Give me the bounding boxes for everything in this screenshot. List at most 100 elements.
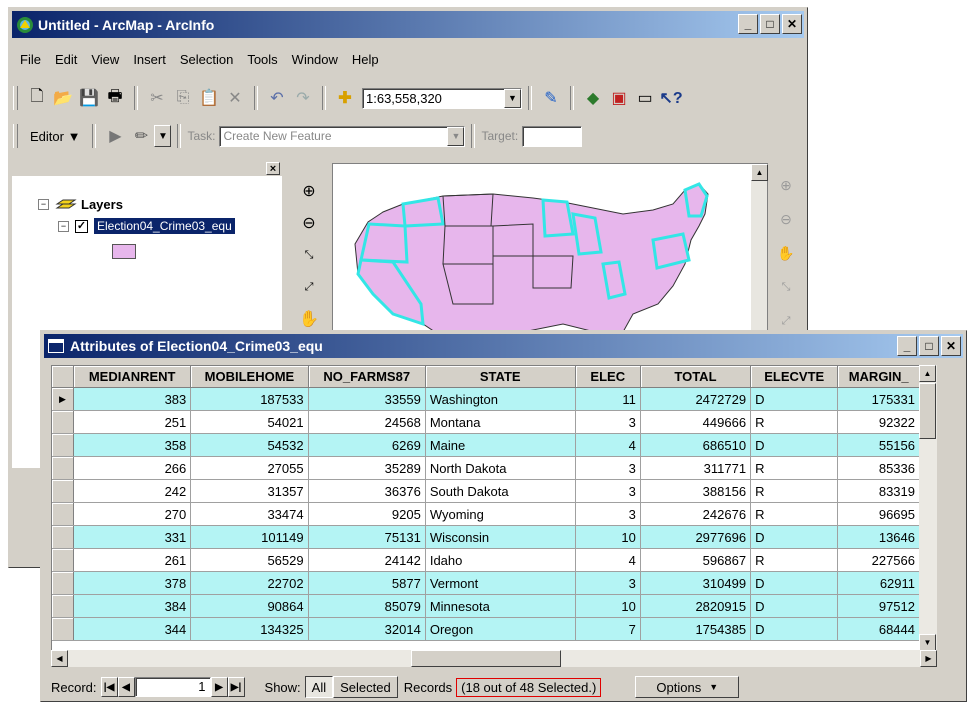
menu-selection[interactable]: Selection <box>173 52 240 67</box>
target-combo[interactable] <box>522 125 583 147</box>
delete-icon[interactable]: ✕ <box>222 85 248 111</box>
attribute-table-grid[interactable]: MEDIANRENT MOBILEHOME NO_FARMS87 STATE E… <box>51 365 921 653</box>
table-cell[interactable]: 270 <box>73 502 192 526</box>
table-row[interactable]: 242 31357 36376 South Dakota 3 388156 R 83319 <box>52 479 920 503</box>
zoom-out-icon[interactable]: ⊖ <box>294 210 324 236</box>
table-vertical-scrollbar[interactable]: ▲ ▼ <box>919 365 937 651</box>
arccatalog-icon[interactable]: ◆ <box>580 85 606 111</box>
table-cell[interactable]: 24568 <box>308 410 426 434</box>
menu-help[interactable]: Help <box>345 52 386 67</box>
table-cell[interactable]: 7 <box>575 617 641 641</box>
table-cell[interactable]: 2472729 <box>640 387 752 411</box>
table-cell[interactable]: Minnesota <box>425 594 576 618</box>
whats-this-help-icon[interactable]: ↖? <box>658 85 684 111</box>
arctoolbox-icon[interactable]: ▣ <box>606 85 632 111</box>
horizontal-scroll-thumb[interactable] <box>411 650 561 667</box>
table-cell[interactable]: 9205 <box>308 502 426 526</box>
table-row[interactable]: 251 54021 24568 Montana 3 449666 R 92322 <box>52 410 920 434</box>
table-cell[interactable]: 596867 <box>640 548 752 572</box>
column-header[interactable]: MARGIN_ <box>837 366 920 388</box>
table-cell[interactable]: 242676 <box>640 502 752 526</box>
close-icon[interactable]: × <box>266 162 280 175</box>
column-header[interactable]: NO_FARMS87 <box>308 366 426 388</box>
table-cell[interactable]: 32014 <box>308 617 426 641</box>
row-selector[interactable] <box>52 525 75 549</box>
chevron-down-icon[interactable]: ▼ <box>447 126 465 146</box>
scroll-up-icon[interactable]: ▲ <box>919 365 936 382</box>
map-scale-combo[interactable]: 1:63,558,320 ▼ <box>362 87 522 109</box>
chevron-down-icon[interactable]: ▼ <box>504 88 521 108</box>
table-cell[interactable]: 83319 <box>837 479 920 503</box>
editor-toolbar-icon[interactable]: ✎ <box>538 85 564 111</box>
table-cell[interactable]: 3 <box>575 479 641 503</box>
table-cell[interactable]: 10 <box>575 594 641 618</box>
column-header[interactable]: STATE <box>425 366 576 388</box>
show-selected-button[interactable]: Selected <box>333 676 398 698</box>
layer-name-label[interactable]: Election04_Crime03_equ <box>94 218 235 234</box>
record-number-input[interactable]: 1 <box>134 677 211 697</box>
table-cell[interactable]: 4 <box>575 548 641 572</box>
task-combo[interactable]: Create New Feature ▼ <box>219 125 466 147</box>
table-cell[interactable]: Idaho <box>425 548 576 572</box>
table-cell[interactable]: 90864 <box>190 594 309 618</box>
table-row[interactable]: 270 33474 9205 Wyoming 3 242676 R 96695 <box>52 502 920 526</box>
table-cell[interactable]: 378 <box>73 571 192 595</box>
table-cell[interactable]: 331 <box>73 525 192 549</box>
table-cell[interactable]: 54021 <box>190 410 309 434</box>
table-cell[interactable]: 54532 <box>190 433 309 457</box>
table-cell[interactable]: 85079 <box>308 594 426 618</box>
copy-icon[interactable]: ⎘ <box>170 85 196 111</box>
table-cell[interactable]: Vermont <box>425 571 576 595</box>
table-cell[interactable]: 4 <box>575 433 641 457</box>
table-row[interactable]: 384 90864 85079 Minnesota 10 2820915 D 97512 <box>52 594 920 618</box>
table-row[interactable]: 331 101149 75131 Wisconsin 10 2977696 D 13646 <box>52 525 920 549</box>
table-cell[interactable]: 97512 <box>837 594 920 618</box>
main-title-bar[interactable]: Untitled - ArcMap - ArcInfo _ □ ✕ <box>12 11 804 38</box>
collapse-icon[interactable]: − <box>58 220 69 232</box>
column-header[interactable]: MOBILEHOME <box>190 366 309 388</box>
table-cell[interactable]: 96695 <box>837 502 920 526</box>
table-cell[interactable]: 33474 <box>190 502 309 526</box>
table-cell[interactable]: 310499 <box>640 571 752 595</box>
table-cell[interactable]: D <box>750 525 839 549</box>
table-cell[interactable]: R <box>750 456 839 480</box>
menu-file[interactable]: File <box>13 52 48 67</box>
table-cell[interactable]: 85336 <box>837 456 920 480</box>
table-cell[interactable]: 22702 <box>190 571 309 595</box>
table-cell[interactable]: 344 <box>73 617 192 641</box>
close-button[interactable]: ✕ <box>782 14 802 34</box>
table-cell[interactable]: 6269 <box>308 433 426 457</box>
table-cell[interactable]: 3 <box>575 502 641 526</box>
row-selector[interactable] <box>52 617 75 641</box>
layer-node[interactable]: − ✓ Election04_Crime03_equ <box>58 218 235 234</box>
table-cell[interactable]: 13646 <box>837 525 920 549</box>
table-cell[interactable]: 36376 <box>308 479 426 503</box>
first-record-icon[interactable]: |◀ <box>100 677 118 697</box>
maximize-button[interactable]: □ <box>919 336 939 356</box>
paste-icon[interactable]: 📋 <box>196 85 222 111</box>
table-cell[interactable]: R <box>750 548 839 572</box>
column-header[interactable]: ELECVTE <box>750 366 839 388</box>
attributes-title-bar[interactable]: Attributes of Election04_Crime03_equ _ □… <box>44 334 963 358</box>
table-cell[interactable]: 68444 <box>837 617 920 641</box>
table-cell[interactable]: 2820915 <box>640 594 752 618</box>
table-cell[interactable]: 31357 <box>190 479 309 503</box>
zoom-previous-icon[interactable]: ⊖ <box>774 207 798 231</box>
table-cell[interactable]: 35289 <box>308 456 426 480</box>
row-selector[interactable] <box>52 571 75 595</box>
table-cell[interactable]: 2977696 <box>640 525 752 549</box>
collapse-icon[interactable]: − <box>38 198 49 210</box>
close-button[interactable]: ✕ <box>941 336 961 356</box>
redo-icon[interactable]: ↷ <box>290 85 316 111</box>
table-row[interactable]: 266 27055 35289 North Dakota 3 311771 R 85336 <box>52 456 920 480</box>
table-cell[interactable]: 3 <box>575 456 641 480</box>
table-cell[interactable]: Wyoming <box>425 502 576 526</box>
fixed-zoom-in-icon[interactable]: ⤡ <box>294 242 324 268</box>
table-cell[interactable]: North Dakota <box>425 456 576 480</box>
menu-insert[interactable]: Insert <box>126 52 173 67</box>
layer-visibility-checkbox[interactable]: ✓ <box>75 219 88 233</box>
table-horizontal-scrollbar[interactable]: ◀ ▶ <box>51 650 937 667</box>
table-cell[interactable]: 33559 <box>308 387 426 411</box>
table-cell[interactable]: 227566 <box>837 548 920 572</box>
vertical-scroll-thumb[interactable] <box>919 383 936 439</box>
